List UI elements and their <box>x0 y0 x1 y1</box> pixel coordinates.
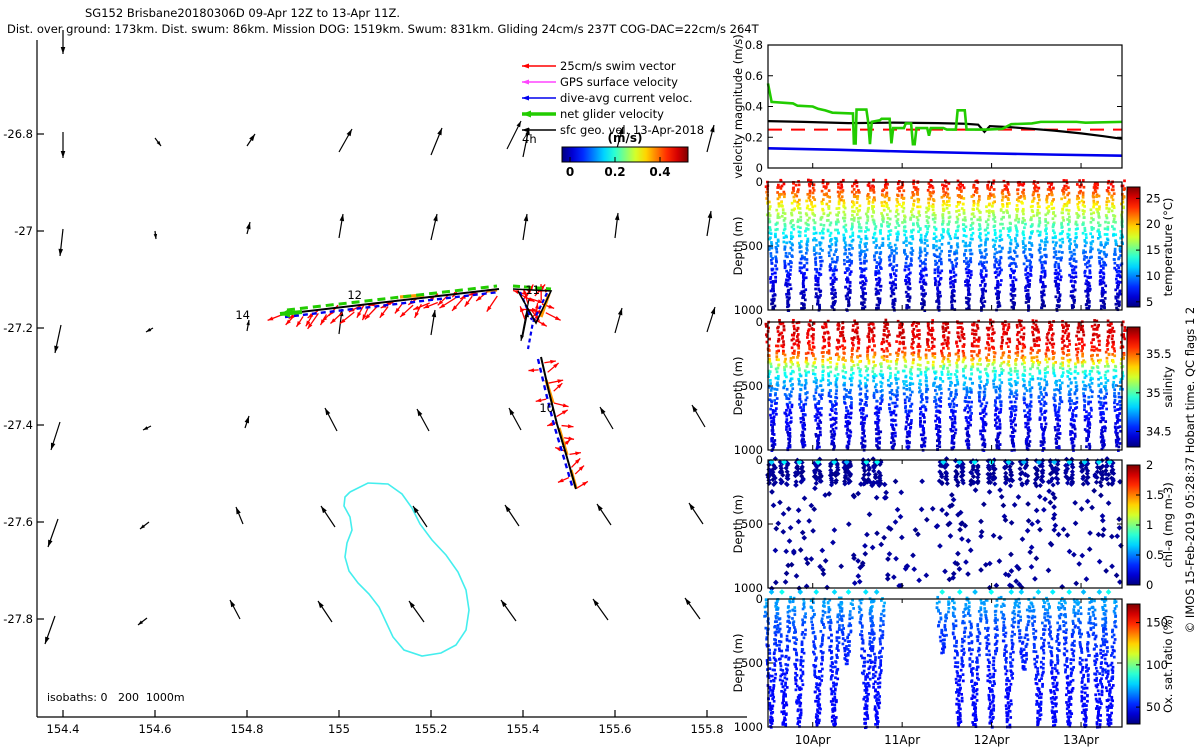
svg-text:-27.4: -27.4 <box>3 418 33 432</box>
isobaths-label: isobaths: 0 200 1000m <box>47 691 185 704</box>
svg-text:10: 10 <box>539 401 554 415</box>
svg-text:0.8: 0.8 <box>745 38 763 52</box>
waypoint-labels: 14 12 11 10 <box>235 283 554 415</box>
svg-text:-27.2: -27.2 <box>3 321 33 335</box>
svg-text:4h: 4h <box>522 132 537 146</box>
svg-text:12: 12 <box>347 288 362 302</box>
figure-subtitle: Dist. over ground: 173km. Dist. swum: 86… <box>7 22 759 36</box>
svg-text:5: 5 <box>1146 295 1153 309</box>
svg-text:0.2: 0.2 <box>745 130 763 144</box>
chl-a-panel: 05001000Depth (m)00.511.52chl-a (mg m-3) <box>731 453 1175 595</box>
figure-canvas: 14121110154.4154.6154.8155155.2155.4155.… <box>0 0 1200 750</box>
svg-text:temperature (°C): temperature (°C) <box>1161 198 1175 297</box>
glider-mission-figure: SG152 Brisbane20180306D 09-Apr 12Z to 13… <box>0 0 1200 750</box>
svg-text:velocity magnitude (m/s): velocity magnitude (m/s) <box>731 34 745 179</box>
glider-track <box>268 284 588 489</box>
svg-text:155: 155 <box>328 722 350 736</box>
svg-text:0.4: 0.4 <box>745 100 763 114</box>
isobath-contour <box>344 483 469 656</box>
svg-text:155.4: 155.4 <box>507 722 540 736</box>
salinity-panel: 05001000Depth (m)34.53535.5salinity <box>731 315 1175 457</box>
figure-title: SG152 Brisbane20180306D 09-Apr 12Z to 13… <box>85 6 400 20</box>
svg-text:25: 25 <box>1146 191 1161 205</box>
svg-text:-27.8: -27.8 <box>3 612 33 626</box>
svg-text:20: 20 <box>1146 217 1161 231</box>
svg-text:net glider velocity: net glider velocity <box>560 107 664 121</box>
svg-text:15: 15 <box>1146 243 1161 257</box>
svg-text:155.6: 155.6 <box>599 722 632 736</box>
svg-text:0: 0 <box>566 165 574 179</box>
svg-text:154.4: 154.4 <box>47 722 80 736</box>
svg-text:0.4: 0.4 <box>649 165 670 179</box>
svg-text:155.2: 155.2 <box>415 722 448 736</box>
svg-text:-27: -27 <box>14 224 33 238</box>
svg-text:155.8: 155.8 <box>691 722 724 736</box>
svg-text:-26.8: -26.8 <box>3 127 33 141</box>
svg-text:25cm/s swim vector: 25cm/s swim vector <box>560 59 676 73</box>
svg-text:0.2: 0.2 <box>604 165 625 179</box>
svg-text:154.6: 154.6 <box>139 722 172 736</box>
temperature-panel: 05001000Depth (m)510152025temperature (°… <box>731 175 1175 317</box>
credit-text: © IMOS 15-Feb-2019 05:28:37 Hobart time.… <box>1183 307 1197 633</box>
velocity-panel: 0 0.2 0.4 0.6 0.8velocity magnitude (m/s) <box>731 34 1122 179</box>
svg-text:-27.6: -27.6 <box>3 515 33 529</box>
oxygen-panel: 05001000Depth (m)50100150Ox. sat. ratio … <box>731 592 1175 747</box>
map-legend: 25cm/s swim vector GPS surface velocity di… <box>507 59 704 179</box>
svg-text:10: 10 <box>1146 269 1161 283</box>
svg-text:GPS surface velocity: GPS surface velocity <box>560 75 678 89</box>
svg-text:(m/s): (m/s) <box>608 131 643 145</box>
svg-text:dive-avg current veloc.: dive-avg current veloc. <box>560 91 693 105</box>
svg-text:154.8: 154.8 <box>231 722 264 736</box>
svg-text:14: 14 <box>235 308 250 322</box>
svg-text:0: 0 <box>756 175 763 189</box>
svg-text:0: 0 <box>756 161 763 175</box>
svg-text:Depth (m): Depth (m) <box>731 217 745 276</box>
svg-text:0.6: 0.6 <box>745 69 763 83</box>
svg-text:11: 11 <box>525 283 540 297</box>
